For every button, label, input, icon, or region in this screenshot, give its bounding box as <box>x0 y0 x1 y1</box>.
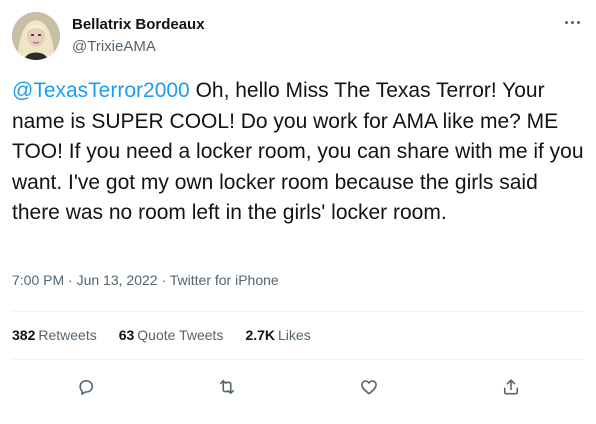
display-name[interactable]: Bellatrix Bordeaux <box>72 16 205 33</box>
more-dot <box>576 20 580 24</box>
tweet-time[interactable]: 7:00 PM <box>12 272 64 288</box>
retweets-count: 382 <box>12 327 36 343</box>
retweets-stat[interactable]: 382 Retweets <box>12 327 97 343</box>
user-handle[interactable]: @TrixieAMA <box>72 38 156 55</box>
tweet-meta: 7:00 PM · Jun 13, 2022 · Twitter for iPh… <box>12 272 279 288</box>
tweet: Bellatrix Bordeaux @TrixieAMA @TexasTerr… <box>0 0 596 424</box>
avatar[interactable] <box>12 12 60 60</box>
retweet-icon <box>219 379 235 395</box>
meta-separator: · <box>64 272 77 288</box>
tweet-source[interactable]: Twitter for iPhone <box>170 272 279 288</box>
tweet-stats: 382 Retweets 63 Quote Tweets 2.7K Likes <box>12 327 311 343</box>
avatar-image <box>12 12 60 60</box>
action-bar <box>0 372 596 402</box>
meta-separator: · <box>157 272 170 288</box>
divider <box>12 359 584 360</box>
reply-icon <box>79 379 94 395</box>
more-dot <box>564 20 568 24</box>
likes-count: 2.7K <box>245 327 276 343</box>
more-icon[interactable] <box>560 10 584 34</box>
quote-tweets-count: 63 <box>118 327 135 343</box>
share-button[interactable] <box>496 372 526 402</box>
retweets-label: Retweets <box>38 327 97 343</box>
tweet-text: @TexasTerror2000 Oh, hello Miss The Texa… <box>12 76 587 229</box>
divider <box>12 311 584 312</box>
likes-stat[interactable]: 2.7K Likes <box>245 327 310 343</box>
retweet-button[interactable] <box>212 372 242 402</box>
quote-tweets-label: Quote Tweets <box>137 327 224 343</box>
reply-button[interactable] <box>71 372 101 402</box>
mention-link[interactable]: @TexasTerror2000 <box>12 79 190 102</box>
more-dot <box>570 20 574 24</box>
like-button[interactable] <box>354 372 384 402</box>
like-icon <box>361 380 377 395</box>
quote-tweets-stat[interactable]: 63 Quote Tweets <box>119 327 224 343</box>
likes-label: Likes <box>278 327 311 343</box>
tweet-date[interactable]: Jun 13, 2022 <box>77 272 158 288</box>
share-icon <box>503 379 519 395</box>
